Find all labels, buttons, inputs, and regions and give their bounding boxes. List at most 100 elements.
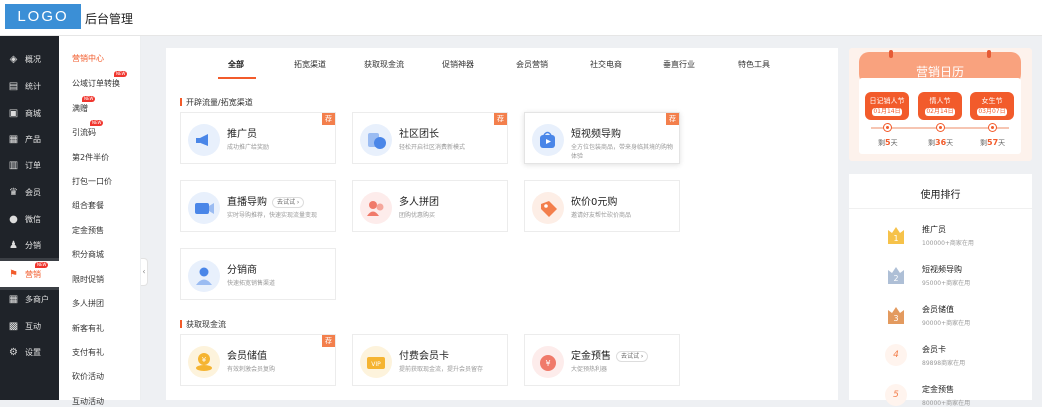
new-badge: NEW [114,71,128,77]
gold-medal-icon: 1 [888,227,904,244]
submenu-item[interactable]: 积分商城 [72,249,104,260]
rail-item-marketing[interactable]: ⚑ 营销 NEW [0,261,59,287]
shop-icon: ▣ [8,107,19,119]
submenu-item[interactable]: 组合套餐 [72,200,104,211]
chevron-left-icon: ‹ [142,267,146,276]
calendar-body: 日记销人节 01月14日 情人节 02月14日 女生节 03月07日 剩5天 剩36天… [859,78,1021,154]
timeline-dot [989,124,996,131]
submenu-item[interactable]: 第2件半价 [72,152,109,163]
interact-icon: ▩ [8,320,19,332]
recommend-tag: 荐 [322,113,335,125]
tab-cash-flow[interactable]: 获取现金流 [364,59,404,70]
try-it-button[interactable]: 去试试 › [272,197,305,208]
rail-item-product[interactable]: ▦ 产品 [0,126,59,152]
tab-expand-channels[interactable]: 拓宽渠道 [294,59,326,70]
active-tab-indicator [218,77,256,79]
rail-item-multi-merchant[interactable]: ▦ 多商户 [0,286,59,312]
rail-item-overview[interactable]: ◈ 概况 [0,46,59,72]
distributor-icon [188,260,220,292]
bronze-medal-icon: 3 [888,307,904,324]
grid-icon: ▦ [8,133,19,145]
svg-text:VIP: VIP [371,361,381,368]
tool-card[interactable]: 砍价0元购 邀请好友帮忙砍价商品 [524,180,680,232]
tool-card[interactable]: VIP 付费会员卡 提前获取现金流，提升会员留存 [352,334,508,386]
collapse-sidebar-button[interactable]: ‹ [141,258,148,286]
tool-card[interactable]: 社区团长 轻松开启社区消费新模式 荐 [352,112,508,164]
secondary-sidebar: 营销中心 公域订单转换 NEW 满赠 NEW 引流码 NEW 第2件半价 打包一口价 … [59,36,141,406]
new-badge: NEW [90,120,104,126]
submenu-item[interactable]: 新客有礼 [72,323,104,334]
days-remaining: 剩5天 [878,138,898,147]
tool-card[interactable]: 多人拼团 团购优惠购买 [352,180,508,232]
svg-text:3: 3 [893,314,898,323]
submenu-item[interactable]: 满赠 NEW [72,96,96,114]
rail-item-orders[interactable]: ▥ 订单 [0,152,59,178]
tool-card[interactable]: 推广员 成功推广给奖励 荐 [180,112,336,164]
community-leader-icon [360,124,392,156]
rail-item-mall[interactable]: ▣ 商城 [0,100,59,126]
usage-ranking: 使用排行 1 推广员 100000+商家在用 2 短视频导购 95000+商家在… [849,174,1032,407]
tool-card[interactable]: ¥ 会员储值 有效刺激会员复购 荐 [180,334,336,386]
days-remaining: 剩57天 [980,138,1006,147]
svg-text:1: 1 [893,234,898,243]
order-icon: ▥ [8,159,19,171]
primary-sidebar: ◈ 概况 ▤ 统计 ▣ 商城 ▦ 产品 ▥ 订单 ♛ 会员 ● 微信 ♟ 分销 ⚑ 营销 NEW ▦… [0,36,59,400]
silver-medal-icon: 2 [888,267,904,284]
recommend-tag: 荐 [666,113,679,125]
app-title: 后台管理 [85,12,134,26]
calendar-event[interactable]: 情人节 02月14日 [918,92,962,120]
try-it-button[interactable]: 去试试 › [616,351,649,362]
submenu-item[interactable]: 公域订单转换 NEW [72,71,128,89]
group-buy-icon [360,192,392,224]
coin-icon: ¥ [188,346,220,378]
ranking-title: 使用排行 [920,190,961,201]
submenu-item[interactable]: 引流码 NEW [72,120,104,138]
rail-item-stats[interactable]: ▤ 统计 [0,73,59,99]
top-bar: LOGO 后台管理 [0,0,1042,36]
rail-item-interaction[interactable]: ▩ 互动 [0,313,59,339]
submenu-item[interactable]: 多人拼团 [72,298,104,309]
calendar-event[interactable]: 女生节 03月07日 [970,92,1014,120]
calendar-event[interactable]: 日记销人节 01月14日 [865,92,909,120]
section-heading: 获取现金流 [180,319,226,330]
recommend-tag: 荐 [322,335,335,347]
rail-item-members[interactable]: ♛ 会员 [0,179,59,205]
submenu-item[interactable]: 砍价活动 [72,371,104,382]
rail-item-settings[interactable]: ⚙ 设置 [0,339,59,365]
rail-item-wechat[interactable]: ● 微信 [0,206,59,232]
tool-card[interactable]: ¥ 定金预售 去试试 › 大促预热利器 [524,334,680,386]
tool-card[interactable]: 短视频导购 全方位包装商品，带来身临其境的购物体验 荐 [524,112,680,164]
tab-vertical-industry[interactable]: 垂直行业 [663,59,695,70]
tool-card[interactable]: 直播导购 去试试 › 实时导购推荐，快速实现流量变现 [180,180,336,232]
tab-promotion-tools[interactable]: 促销神器 [442,59,474,70]
gear-icon: ⚙ [9,346,18,358]
share-icon: ♟ [9,239,18,251]
tab-special-tools[interactable]: 特色工具 [738,59,770,70]
video-shopping-icon [532,124,564,156]
svg-text:¥: ¥ [202,356,207,364]
tab-all[interactable]: 全部 [228,59,244,70]
marketing-calendar: 营销日历 日记销人节 01月14日 情人节 02月14日 女生节 03月07日 剩5天… [849,48,1032,161]
submenu-item[interactable]: 打包一口价 [72,176,112,187]
crown-icon: ♛ [9,186,18,198]
submenu-item[interactable]: 营销中心 [72,53,104,64]
tab-social-commerce[interactable]: 社交电商 [590,59,622,70]
submenu-item[interactable]: 限时促销 [72,274,104,285]
submenu-item[interactable]: 定金预售 [72,225,104,236]
rank-number: 5 [885,384,907,406]
store-icon: ▦ [8,293,19,305]
layers-icon: ◈ [9,53,18,65]
pin-icon [987,50,991,58]
timeline-dot [884,124,891,131]
megaphone-icon [188,124,220,156]
tab-member-marketing[interactable]: 会员营销 [516,59,548,70]
rail-item-distribution[interactable]: ♟ 分销 [0,232,59,258]
divider [849,208,1032,209]
submenu-item[interactable]: 支付有礼 [72,347,104,358]
submenu-item[interactable]: 互动活动 [72,396,104,407]
tool-card[interactable]: 分销商 快速拓宽销售渠道 [180,248,336,300]
new-badge: NEW [82,96,96,102]
live-icon [188,192,220,224]
pin-icon [889,50,893,58]
logo[interactable]: LOGO [5,4,81,29]
